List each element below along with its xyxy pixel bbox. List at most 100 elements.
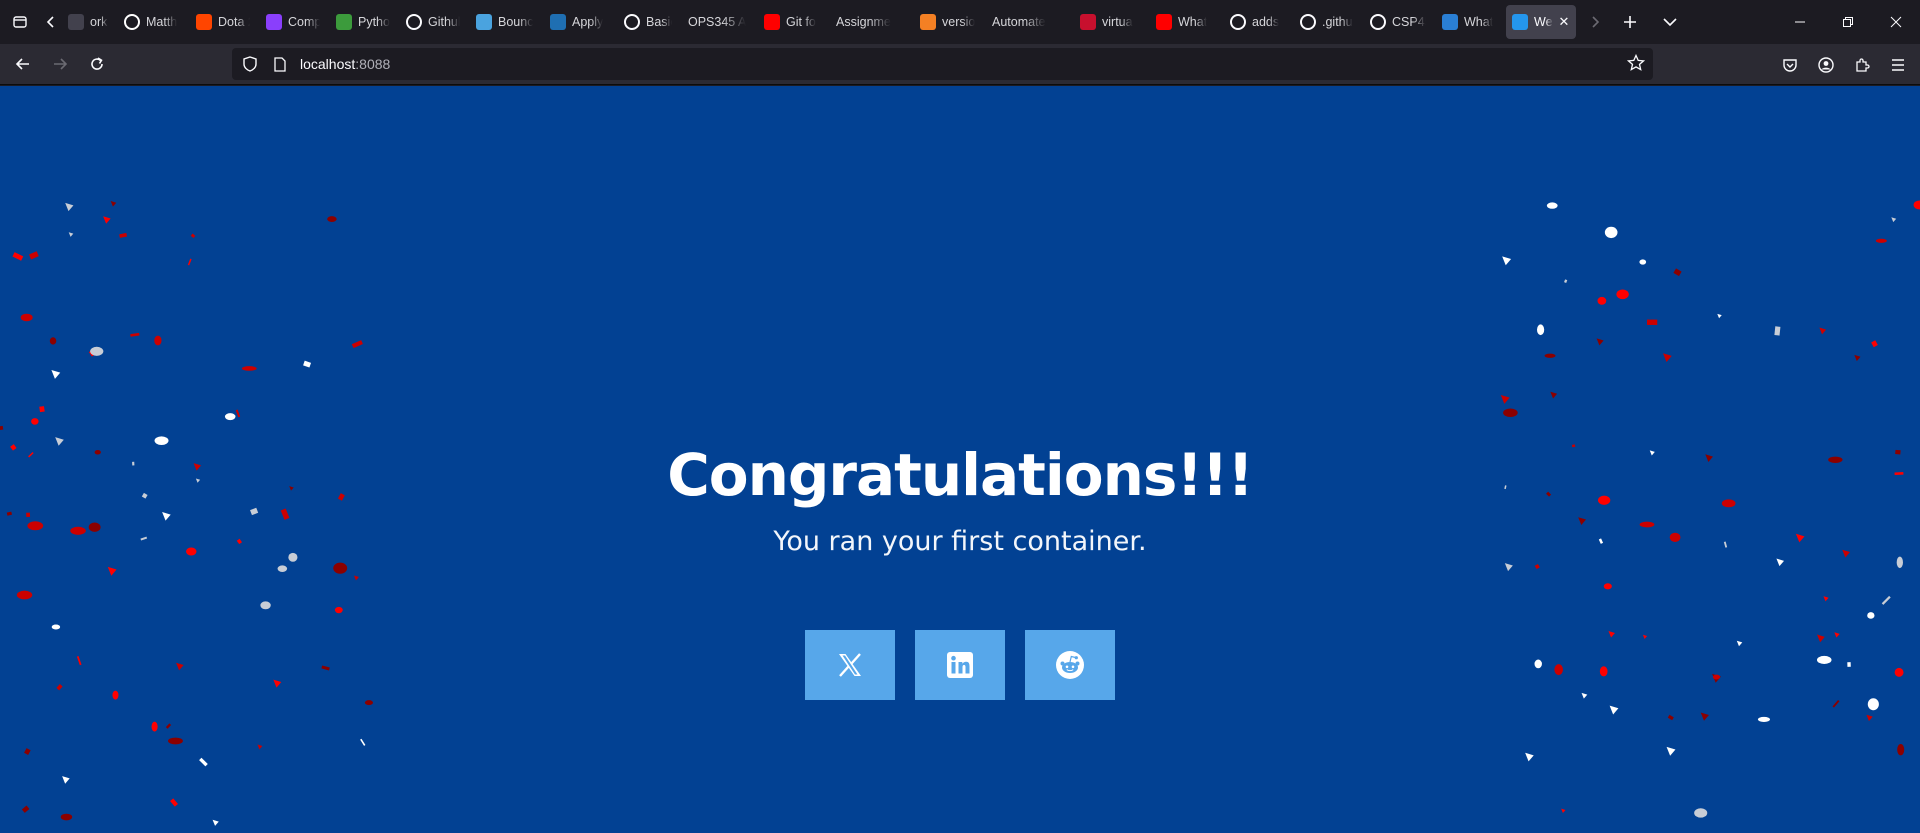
confetti-piece xyxy=(1700,712,1709,721)
browser-tab[interactable]: adds xyxy=(1224,5,1290,39)
browser-tab[interactable]: .githu xyxy=(1294,5,1360,39)
confetti-piece xyxy=(28,251,39,260)
browser-tab[interactable]: OPS345 A xyxy=(682,5,754,39)
menu-icon[interactable] xyxy=(1880,49,1916,81)
restore-icon[interactable] xyxy=(1824,0,1872,44)
bookmark-star-icon[interactable] xyxy=(1626,53,1646,77)
confetti-piece xyxy=(1599,666,1608,677)
confetti-piece xyxy=(1534,659,1542,669)
scroll-tabs-right-icon[interactable] xyxy=(1580,0,1610,44)
confetti-piece xyxy=(364,700,373,706)
page-icon[interactable] xyxy=(268,56,292,72)
browser-tab[interactable]: Apply xyxy=(544,5,614,39)
tab-title: Basic xyxy=(646,15,672,29)
url-port: :8088 xyxy=(355,56,391,72)
confetti-piece xyxy=(212,819,219,826)
tab-title: Git fo xyxy=(786,15,816,29)
shield-icon[interactable] xyxy=(238,56,262,72)
browser-tab[interactable]: versio xyxy=(914,5,982,39)
account-icon[interactable] xyxy=(1808,49,1844,81)
confetti-piece xyxy=(1847,662,1851,667)
confetti-piece xyxy=(68,232,74,237)
browser-tab[interactable]: Bounc xyxy=(470,5,540,39)
tab-title: What xyxy=(1464,15,1494,29)
forward-icon[interactable] xyxy=(43,48,77,80)
browser-tab[interactable]: We ✕ xyxy=(1506,5,1576,39)
browser-tab[interactable]: CSP45 xyxy=(1364,5,1432,39)
confetti-piece xyxy=(1774,326,1781,336)
window-controls xyxy=(1776,0,1920,44)
list-all-tabs-icon[interactable] xyxy=(1650,0,1690,44)
browser-tab[interactable]: Automate xyxy=(986,5,1070,39)
youtube-icon xyxy=(1156,14,1172,30)
browser-tab[interactable]: virtua xyxy=(1074,5,1146,39)
confetti-piece xyxy=(62,776,70,784)
browser-tab[interactable]: What xyxy=(1150,5,1220,39)
confetti-piece xyxy=(260,601,271,610)
scroll-tabs-left-icon[interactable] xyxy=(40,0,62,44)
browser-tab[interactable]: Git fo xyxy=(758,5,826,39)
tab-strip: orks Matth Dota 2 Comp Pytho Githul Bounc Apply… xyxy=(62,0,1580,44)
confetti-piece xyxy=(90,346,104,356)
minimize-icon[interactable] xyxy=(1776,0,1824,44)
confetti-piece xyxy=(1561,808,1566,813)
stackoverflow-icon xyxy=(920,14,936,30)
confetti-piece xyxy=(1604,226,1618,239)
confetti-piece xyxy=(1544,353,1556,358)
extensions-icon[interactable] xyxy=(1844,49,1880,81)
confetti-piece xyxy=(1550,391,1558,399)
new-tab-icon[interactable] xyxy=(1610,0,1650,44)
browser-tab[interactable]: Assignme xyxy=(830,5,910,39)
close-window-icon[interactable] xyxy=(1872,0,1920,44)
tab-title: What xyxy=(1178,15,1208,29)
confetti-piece xyxy=(76,656,82,666)
tab-title: Automate xyxy=(992,15,1046,29)
confetti-piece xyxy=(1534,563,1540,570)
confetti-piece xyxy=(1816,655,1832,664)
browser-tab[interactable]: Dota 2 xyxy=(190,5,256,39)
navigation-toolbar: localhost:8088 xyxy=(0,44,1920,85)
tab-title: orks xyxy=(90,15,108,29)
confetti-piece xyxy=(65,202,74,212)
pocket-icon[interactable] xyxy=(1772,49,1808,81)
confetti-piece xyxy=(110,201,117,207)
confetti-piece xyxy=(1894,667,1904,677)
wikipedia-icon xyxy=(124,14,140,30)
confetti-piece xyxy=(277,565,288,572)
confetti-piece xyxy=(1639,259,1647,265)
confetti-piece xyxy=(1609,705,1619,715)
confetti-piece xyxy=(1502,256,1512,266)
browser-tab[interactable]: What xyxy=(1436,5,1502,39)
share-buttons xyxy=(805,630,1115,700)
browser-tab[interactable]: Githul xyxy=(400,5,466,39)
tab-title: Comp xyxy=(288,15,320,29)
confetti-piece xyxy=(327,216,337,223)
confetti-piece xyxy=(39,406,45,413)
tab-bar: orks Matth Dota 2 Comp Pytho Githul Bounc Apply… xyxy=(0,0,1920,44)
github-icon xyxy=(1370,14,1386,30)
confetti-piece xyxy=(351,340,363,349)
url-text[interactable]: localhost:8088 xyxy=(300,56,390,72)
github-icon xyxy=(1300,14,1316,30)
tab-title: .githu xyxy=(1322,15,1353,29)
browser-tab[interactable]: Pytho xyxy=(330,5,396,39)
confetti-piece xyxy=(1867,698,1879,711)
tab-list-icon[interactable] xyxy=(0,0,40,44)
confetti-piece xyxy=(176,662,184,671)
browser-tab[interactable]: Matth xyxy=(118,5,186,39)
confetti-piece xyxy=(1736,640,1743,647)
linkedin-share-button[interactable] xyxy=(915,630,1005,700)
browser-tab[interactable]: Comp xyxy=(260,5,326,39)
confetti-piece xyxy=(103,216,111,224)
confetti-piece xyxy=(273,679,282,688)
back-icon[interactable] xyxy=(6,48,40,80)
browser-tab[interactable]: orks xyxy=(62,5,114,39)
confetti-piece xyxy=(1913,200,1920,210)
reddit-share-button[interactable] xyxy=(1025,630,1115,700)
address-bar[interactable]: localhost:8088 xyxy=(232,48,1653,80)
x-share-button[interactable] xyxy=(805,630,895,700)
reload-icon[interactable] xyxy=(80,48,114,80)
confetti-piece xyxy=(31,418,39,425)
close-tab-icon[interactable]: ✕ xyxy=(1559,14,1570,30)
browser-tab[interactable]: Basic xyxy=(618,5,678,39)
